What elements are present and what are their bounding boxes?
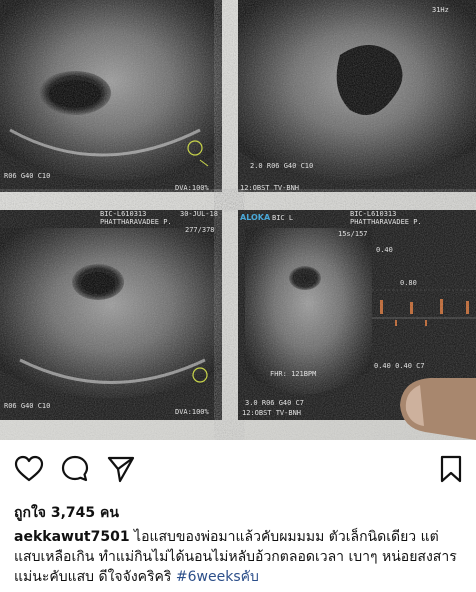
hashtag-link[interactable]: #6weeksคับ <box>176 569 259 585</box>
svg-text:15s/157: 15s/157 <box>338 230 368 238</box>
bookmark-icon[interactable] <box>436 454 466 484</box>
like-number: 3,745 <box>50 505 96 521</box>
svg-text:0.80: 0.80 <box>400 279 417 287</box>
svg-text:2.0 R06 G40 C10: 2.0 R06 G40 C10 <box>250 162 313 170</box>
svg-text:30-JUL-18: 30-JUL-18 <box>180 210 218 218</box>
svg-text:PHATTHARAVADEE P.: PHATTHARAVADEE P. <box>100 218 172 226</box>
heart-outline-icon[interactable] <box>14 454 44 484</box>
post-caption: aekkawut7501 ไอแสบของพ่อมาแล้วคับผมมมม ต… <box>14 527 464 587</box>
svg-text:BIC-L610313: BIC-L610313 <box>100 210 146 218</box>
ultrasound-print-top-right: 31Hz 12:OBST TV-BNH 2.0 R06 G40 C10 <box>238 0 476 192</box>
svg-text:12:OBST TV-BNH: 12:OBST TV-BNH <box>240 184 299 192</box>
svg-text:PHATTHARAVADEE P.: PHATTHARAVADEE P. <box>350 218 422 226</box>
comment-bubble-icon[interactable] <box>60 454 90 484</box>
paper-plane-icon[interactable] <box>106 454 136 484</box>
svg-text:BIC-L610313: BIC-L610313 <box>350 210 396 218</box>
svg-text:FHR: 121BPM: FHR: 121BPM <box>270 370 316 378</box>
svg-text:R06 G40 C10: R06 G40 C10 <box>4 402 50 410</box>
svg-text:DVA:100%: DVA:100% <box>175 408 210 416</box>
ultrasound-print-bottom-left: BIC-L610313 PHATTHARAVADEE P. 30-JUL-18 … <box>0 210 222 420</box>
username-link[interactable]: aekkawut7501 <box>14 529 130 545</box>
svg-text:277/378: 277/378 <box>185 226 215 234</box>
svg-text:BIC L: BIC L <box>272 214 293 222</box>
like-count[interactable]: ถูกใจ 3,745 คน <box>14 502 119 524</box>
svg-text:0.40: 0.40 <box>376 246 393 254</box>
ultrasound-print-top-left: R06 G40 C10 DVA:100% <box>0 0 222 192</box>
svg-text:ALOKA: ALOKA <box>240 213 271 222</box>
svg-text:3.0 R06 G40 C7: 3.0 R06 G40 C7 <box>245 399 304 407</box>
ultrasound-prints-image: R06 G40 C10 DVA:100% 31Hz 12:OBST TV-BNH… <box>0 0 476 440</box>
post-action-bar <box>0 440 476 500</box>
svg-text:0.40 0.40 C7: 0.40 0.40 C7 <box>374 362 425 370</box>
svg-text:12:OBST TV-BNH: 12:OBST TV-BNH <box>242 409 301 417</box>
svg-text:R06 G40 C10: R06 G40 C10 <box>4 172 50 180</box>
svg-text:DVA:100%: DVA:100% <box>175 184 210 192</box>
like-unit: คน <box>100 505 119 521</box>
post-photo[interactable]: R06 G40 C10 DVA:100% 31Hz 12:OBST TV-BNH… <box>0 0 476 440</box>
like-label: ถูกใจ <box>14 505 46 521</box>
svg-text:31Hz: 31Hz <box>432 6 449 14</box>
